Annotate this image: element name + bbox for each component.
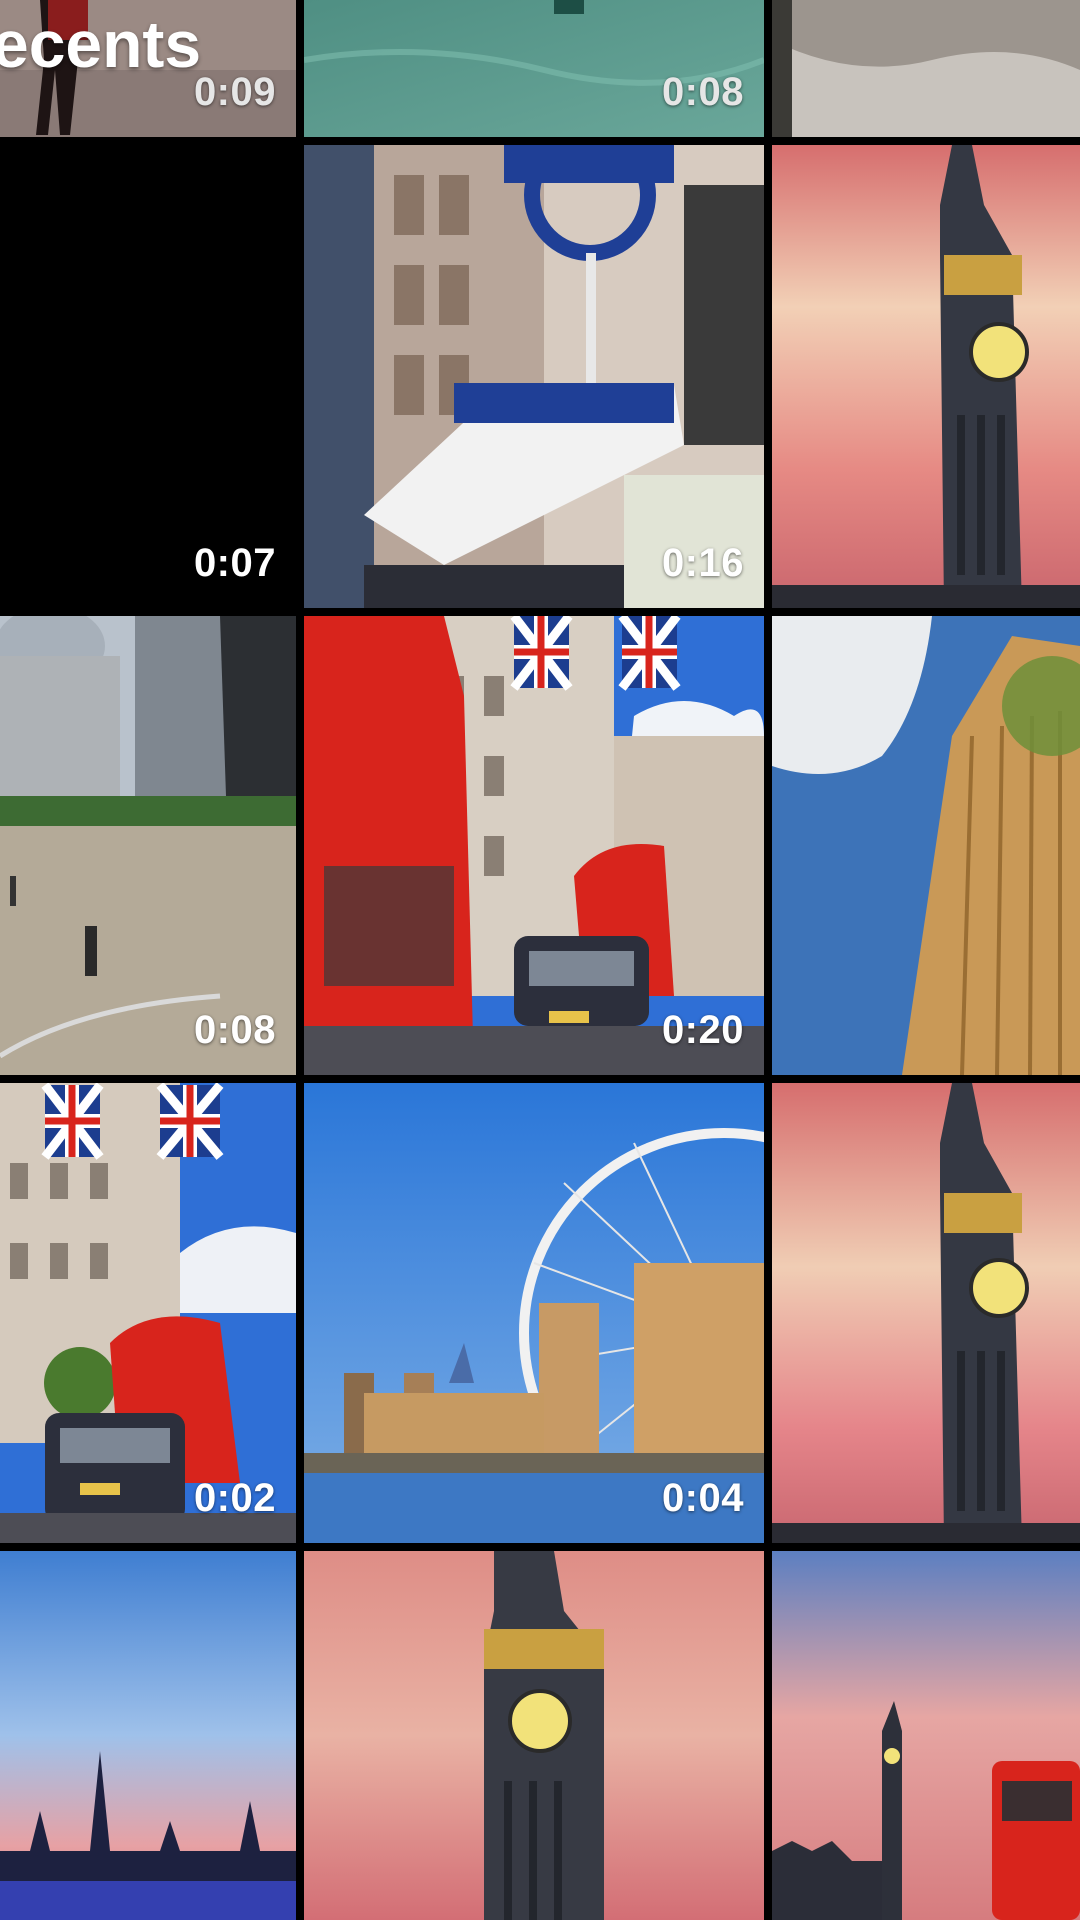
duration-label: 0:04 [661, 1476, 744, 1520]
union-flag-icon [510, 616, 573, 691]
video-thumbnail[interactable]: 0:20 [304, 616, 764, 1075]
thumbnail-image [0, 616, 296, 1075]
video-thumbnail[interactable] [0, 1551, 296, 1920]
thumbnail-image [772, 1551, 1080, 1920]
video-thumbnail[interactable]: 0:07 [0, 145, 296, 608]
thumbnail-image [304, 145, 764, 608]
video-thumbnail[interactable]: 0:16 [304, 145, 764, 608]
thumbnail-image [772, 0, 1080, 137]
thumbnail-image [772, 145, 1080, 608]
video-thumbnail[interactable]: 0:02 [0, 1083, 296, 1543]
duration-label: 0:02 [193, 1476, 276, 1520]
video-thumbnail[interactable]: 0:04 [304, 1083, 764, 1543]
duration-label: 0:07 [193, 541, 276, 585]
thumbnail-image [772, 1083, 1080, 1543]
thumbnail-image [304, 0, 764, 137]
thumbnail-image [772, 616, 1080, 1075]
video-thumbnail[interactable]: ecents 0:09 [0, 0, 296, 137]
video-thumbnail[interactable] [772, 1083, 1080, 1543]
video-thumbnail[interactable] [772, 616, 1080, 1075]
video-thumbnail[interactable] [304, 1551, 764, 1920]
duration-label: 0:08 [661, 70, 744, 114]
thumbnail-image [0, 1551, 296, 1920]
video-thumbnail[interactable]: 0:08 [0, 616, 296, 1075]
duration-label: 0:09 [193, 70, 276, 114]
media-grid: ecents 0:09 0:08 0:07 0:16 0:08 0:20 0:0… [0, 0, 1080, 1920]
duration-label: 0:08 [193, 1008, 276, 1052]
thumbnail-image [304, 1083, 764, 1543]
video-thumbnail[interactable] [772, 0, 1080, 137]
duration-label: 0:16 [661, 541, 744, 585]
page-title: ecents [0, 7, 202, 81]
video-thumbnail[interactable] [772, 1551, 1080, 1920]
thumbnail-image [304, 1551, 764, 1920]
video-thumbnail[interactable]: 0:08 [304, 0, 764, 137]
thumbnail-image [0, 1083, 296, 1543]
video-thumbnail[interactable] [772, 145, 1080, 608]
thumbnail-image [304, 616, 764, 1075]
duration-label: 0:20 [661, 1008, 744, 1052]
